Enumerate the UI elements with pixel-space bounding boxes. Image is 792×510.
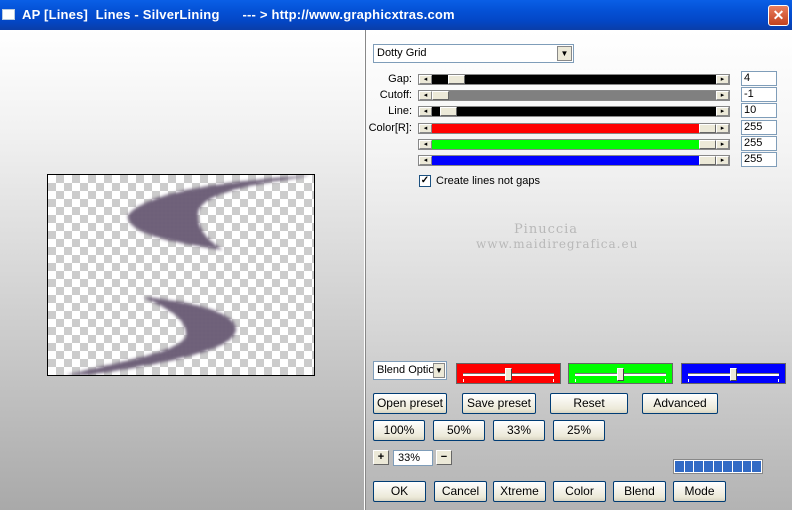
color-box-slider[interactable] bbox=[456, 363, 561, 384]
slider-thumb[interactable] bbox=[699, 124, 716, 133]
mode-button[interactable]: Mode bbox=[673, 481, 726, 502]
arrow-left-icon[interactable]: ◂ bbox=[419, 91, 432, 100]
preset-select[interactable]: Dotty Grid ▼ bbox=[373, 44, 574, 63]
slider-track[interactable]: ◂ ▸ bbox=[418, 74, 730, 85]
progress-segment bbox=[713, 461, 723, 472]
progress-indicator bbox=[673, 459, 763, 474]
create-lines-label: Create lines not gaps bbox=[436, 175, 540, 187]
preset-select-value: Dotty Grid bbox=[377, 47, 427, 59]
arrow-right-icon[interactable]: ▸ bbox=[716, 124, 729, 133]
slider-track[interactable]: ◂ ▸ bbox=[418, 90, 730, 101]
slider-value-input[interactable]: 255 bbox=[741, 120, 777, 135]
slider-thumb[interactable] bbox=[699, 156, 716, 165]
slider-track[interactable]: ◂ ▸ bbox=[418, 155, 730, 166]
arrow-right-icon[interactable]: ▸ bbox=[716, 107, 729, 116]
open-preset-button[interactable]: Open preset bbox=[373, 393, 447, 414]
progress-segment bbox=[752, 461, 762, 472]
watermark-line-2: www.maidiregrafica.eu bbox=[476, 237, 639, 251]
chevron-down-icon[interactable]: ▼ bbox=[557, 46, 572, 61]
zoom-out-button[interactable]: − bbox=[436, 450, 452, 465]
slider-value-input[interactable]: 10 bbox=[741, 103, 777, 118]
close-icon: ✕ bbox=[772, 7, 785, 23]
slider-value-input[interactable]: 4 bbox=[741, 71, 777, 86]
arrow-left-icon[interactable]: ◂ bbox=[419, 124, 432, 133]
progress-segment bbox=[675, 461, 684, 472]
arrow-left-icon[interactable]: ◂ bbox=[419, 75, 432, 84]
slider-thumb[interactable] bbox=[440, 107, 457, 116]
color-box-slider[interactable] bbox=[681, 363, 786, 384]
progress-segment bbox=[723, 461, 733, 472]
app-icon bbox=[2, 9, 15, 20]
slider-thumb[interactable] bbox=[699, 140, 716, 149]
upper-swoosh bbox=[127, 175, 310, 250]
ok-button[interactable]: OK bbox=[373, 481, 426, 502]
blend-options-select[interactable]: Blend Optio ▼ bbox=[373, 361, 447, 380]
slider-track[interactable]: ◂ ▸ bbox=[418, 123, 730, 134]
progress-segment bbox=[694, 461, 704, 472]
slider-fill bbox=[432, 75, 716, 84]
progress-segment bbox=[704, 461, 713, 472]
100-button[interactable]: 100% bbox=[373, 420, 425, 441]
arrow-left-icon[interactable]: ◂ bbox=[419, 140, 432, 149]
slider-label: Gap: bbox=[388, 73, 412, 85]
slider-value-input[interactable]: 255 bbox=[741, 136, 777, 151]
controls-pane: Dotty Grid ▼ Gap: ◂ ▸ 4 Cutoff: ◂ ▸ -1 Line: ◂ ▸ 10… bbox=[366, 30, 792, 510]
color-box-slider[interactable] bbox=[568, 363, 673, 384]
arrow-right-icon[interactable]: ▸ bbox=[716, 91, 729, 100]
33-button[interactable]: 33% bbox=[493, 420, 545, 441]
mini-slider-thumb[interactable] bbox=[617, 368, 624, 381]
arrow-right-icon[interactable]: ▸ bbox=[716, 140, 729, 149]
slider-value-input[interactable]: 255 bbox=[741, 152, 777, 167]
slider-label: Cutoff: bbox=[379, 89, 412, 101]
xtreme-button[interactable]: Xtreme bbox=[493, 481, 546, 502]
preview-image bbox=[66, 175, 310, 375]
slider-track[interactable]: ◂ ▸ bbox=[418, 139, 730, 150]
preview-canvas[interactable] bbox=[47, 174, 315, 376]
slider-track[interactable]: ◂ ▸ bbox=[418, 106, 730, 117]
progress-segment bbox=[742, 461, 752, 472]
watermark-text: Pinuccia www.maidiregrafica.eu bbox=[476, 222, 639, 251]
arrow-right-icon[interactable]: ▸ bbox=[716, 75, 729, 84]
title-bar: AP [Lines] Lines - SilverLining --- > ht… bbox=[0, 0, 792, 30]
zoom-in-button[interactable]: + bbox=[373, 450, 389, 465]
slider-label: Color[R]: bbox=[368, 122, 412, 134]
mini-slider-thumb[interactable] bbox=[730, 368, 737, 381]
mini-slider-thumb[interactable] bbox=[505, 368, 512, 381]
slider-thumb[interactable] bbox=[448, 75, 465, 84]
arrow-right-icon[interactable]: ▸ bbox=[716, 156, 729, 165]
save-preset-button[interactable]: Save preset bbox=[462, 393, 536, 414]
slider-label: Line: bbox=[388, 105, 412, 117]
25-button[interactable]: 25% bbox=[553, 420, 605, 441]
reset-button[interactable]: Reset bbox=[550, 393, 628, 414]
slider-value-input[interactable]: -1 bbox=[741, 87, 777, 102]
preview-pane bbox=[0, 30, 364, 510]
advanced-button[interactable]: Advanced bbox=[642, 393, 718, 414]
color-button[interactable]: Color bbox=[553, 481, 606, 502]
50-button[interactable]: 50% bbox=[433, 420, 485, 441]
zoom-input[interactable]: 33% bbox=[393, 450, 433, 466]
arrow-left-icon[interactable]: ◂ bbox=[419, 156, 432, 165]
window-title: AP [Lines] Lines - SilverLining --- > ht… bbox=[22, 7, 455, 22]
close-button[interactable]: ✕ bbox=[768, 5, 789, 26]
lower-swoosh bbox=[66, 297, 237, 375]
slider-fill bbox=[432, 107, 716, 116]
blend-button[interactable]: Blend bbox=[613, 481, 666, 502]
create-lines-checkbox[interactable]: ✓ bbox=[419, 175, 431, 187]
cancel-button[interactable]: Cancel bbox=[434, 481, 487, 502]
slider-fill bbox=[432, 124, 716, 133]
watermark-line-1: Pinuccia bbox=[513, 222, 579, 237]
slider-thumb[interactable] bbox=[432, 91, 449, 100]
blend-select-value: Blend Optio bbox=[377, 364, 435, 376]
slider-fill bbox=[432, 91, 716, 100]
arrow-left-icon[interactable]: ◂ bbox=[419, 107, 432, 116]
progress-segment bbox=[733, 461, 742, 472]
chevron-down-icon[interactable]: ▼ bbox=[433, 363, 445, 378]
slider-fill bbox=[432, 156, 716, 165]
slider-fill bbox=[432, 140, 716, 149]
progress-segment bbox=[684, 461, 694, 472]
